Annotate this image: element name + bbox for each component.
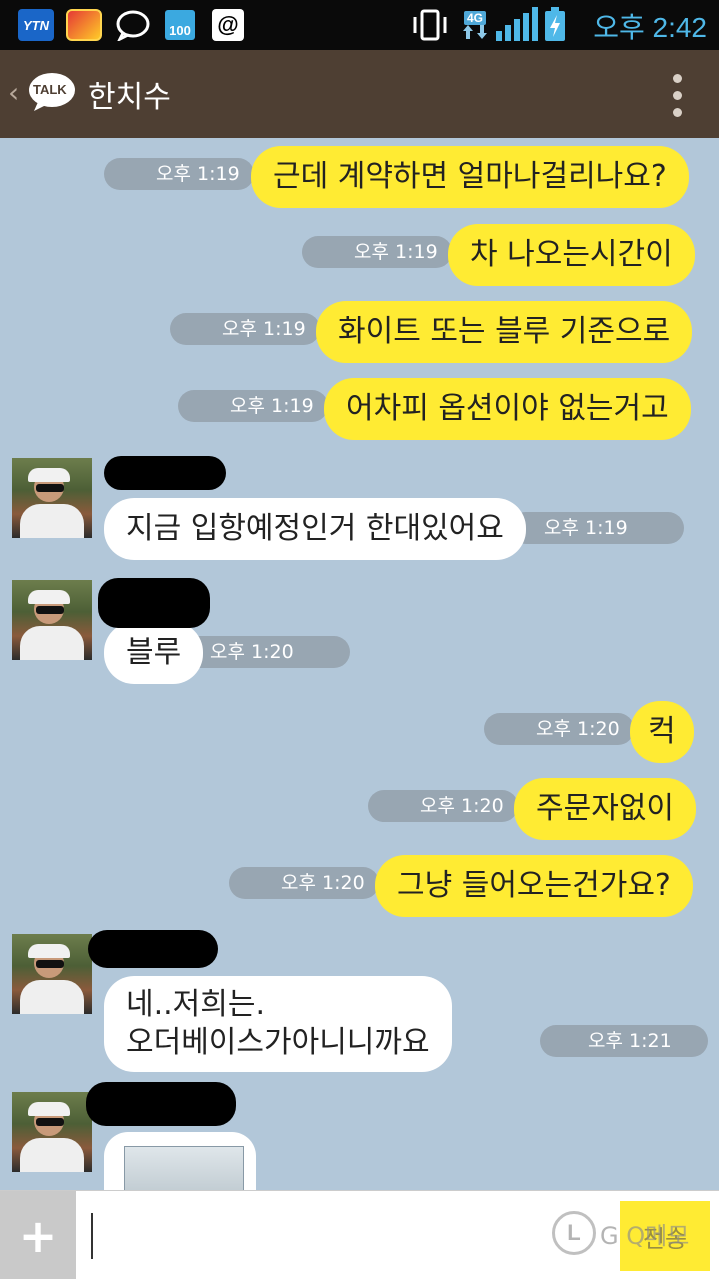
photo-thumbnail[interactable] xyxy=(124,1146,244,1190)
message-timestamp: 오후 1:20 xyxy=(484,713,634,745)
ytn-app-icon: YTN xyxy=(18,9,54,41)
sent-message-bubble[interactable]: 화이트 또는 블루 기준으로 xyxy=(316,301,693,363)
sender-avatar[interactable] xyxy=(12,934,92,1014)
sent-message-bubble[interactable]: 컥 xyxy=(630,701,694,763)
battery-full-notification-icon: 100 xyxy=(164,9,196,41)
sent-message-bubble[interactable]: 근데 계약하면 얼마나걸리나요? xyxy=(251,146,689,208)
message-timestamp: 오후 1:19 xyxy=(178,390,328,422)
sent-message-bubble[interactable]: 그냥 들어오는건가요? xyxy=(375,855,693,917)
network-type-label: 4G xyxy=(463,11,486,25)
chat-header: ‹ TALK 한치수 xyxy=(0,50,719,138)
message-input[interactable] xyxy=(76,1191,616,1279)
redacted-sender-name xyxy=(86,1082,236,1126)
redacted-sender-name xyxy=(88,930,218,968)
send-button[interactable]: 전송 xyxy=(620,1201,710,1271)
attach-plus-button[interactable]: + xyxy=(0,1191,76,1279)
sender-avatar[interactable] xyxy=(12,458,92,538)
redacted-sender-name xyxy=(98,578,210,628)
plus-icon: + xyxy=(18,1208,58,1263)
network-4g-icon: 4G xyxy=(458,9,492,41)
received-message-bubble[interactable]: 네..저희는. 오더베이스가아니니까요 xyxy=(104,976,452,1072)
message-timestamp: 오후 1:19 xyxy=(170,313,320,345)
status-bar: YTN 100 @ 4G 오후 2:42 xyxy=(0,0,719,50)
sender-avatar[interactable] xyxy=(12,1092,92,1172)
received-photo-bubble[interactable] xyxy=(104,1132,256,1190)
received-message-bubble[interactable]: 지금 입항예정인거 한대있어요 xyxy=(104,498,526,560)
message-timestamp-text: 오후 1:20 xyxy=(210,641,294,663)
back-chevron-icon[interactable]: ‹ xyxy=(8,76,19,109)
kakaotalk-logo[interactable]: TALK xyxy=(28,72,76,112)
sent-message-bubble[interactable]: 어차피 옵션이야 없는거고 xyxy=(324,378,691,440)
message-timestamp: 오후 1:21 xyxy=(540,1025,708,1057)
message-timestamp: 오후 1:20 xyxy=(180,636,350,668)
signal-strength-icon xyxy=(496,7,538,41)
vibrate-icon xyxy=(410,9,450,41)
chat-message-list[interactable]: 오후 1:19 근데 계약하면 얼마나걸리나요? 오후 1:19 차 나오는시간… xyxy=(0,138,719,1190)
text-cursor xyxy=(91,1213,93,1259)
sent-message-bubble[interactable]: 차 나오는시간이 xyxy=(448,224,695,286)
sent-message-bubble[interactable]: 주문자없이 xyxy=(514,778,696,840)
overflow-menu-icon[interactable] xyxy=(671,74,683,117)
chat-notification-icon xyxy=(114,9,152,41)
message-timestamp: 오후 1:19 xyxy=(510,512,684,544)
ytn-label: YTN xyxy=(23,17,49,33)
game-app-icon xyxy=(66,9,102,41)
message-timestamp: 오후 1:19 xyxy=(104,158,254,190)
chat-title: 한치수 xyxy=(88,80,171,115)
battery-charging-icon xyxy=(542,7,568,41)
message-timestamp-text: 오후 1:19 xyxy=(544,517,628,539)
battery-notification-label: 100 xyxy=(169,23,191,38)
clock: 오후 2:42 xyxy=(593,12,707,43)
message-timestamp: 오후 1:20 xyxy=(229,867,379,899)
message-timestamp-text: 오후 1:21 xyxy=(588,1030,672,1052)
message-timestamp: 오후 1:20 xyxy=(368,790,518,822)
email-at-label: @ xyxy=(217,12,239,37)
message-input-bar: + 전송 L G Q메모 xyxy=(0,1190,719,1279)
received-message-bubble[interactable]: 블루 xyxy=(104,622,204,684)
redacted-sender-name xyxy=(104,456,226,490)
sender-avatar[interactable] xyxy=(12,580,92,660)
message-timestamp: 오후 1:19 xyxy=(302,236,452,268)
email-notification-icon: @ xyxy=(212,9,244,41)
talk-logo-label: TALK xyxy=(33,82,67,97)
